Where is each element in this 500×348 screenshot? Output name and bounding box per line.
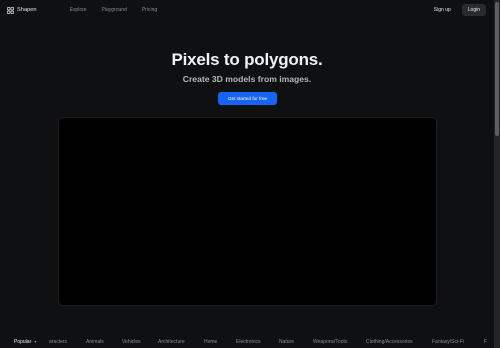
category-tab-architecture[interactable]: Architecture	[158, 339, 185, 345]
category-tab-overflow[interactable]: F	[484, 339, 487, 345]
chevron-down-icon: ▾	[34, 339, 37, 344]
category-tab-weapons-tools[interactable]: Weapons/Tools	[313, 339, 347, 345]
category-tab-electronics[interactable]: Electronics	[236, 339, 260, 345]
sign-up-link[interactable]: Sign up	[434, 7, 451, 13]
category-tab-animals[interactable]: Animals	[86, 339, 104, 345]
category-tab-nature[interactable]: Nature	[279, 339, 294, 345]
top-navbar: Shapen Explore Playground Pricing Sign u…	[0, 0, 494, 20]
nav-link-pricing[interactable]: Pricing	[142, 7, 157, 13]
category-tab-fantasy-sci-fi[interactable]: Fantasy/Sci-Fi	[432, 339, 464, 345]
category-tab-characters[interactable]: aracters	[49, 339, 67, 345]
page: Shapen Explore Playground Pricing Sign u…	[0, 0, 500, 348]
hero-title: Pixels to polygons.	[171, 50, 323, 69]
category-selected-label: Popular	[14, 339, 32, 345]
get-started-button[interactable]: Get started for free	[218, 92, 277, 105]
auth-actions: Sign up Login	[434, 4, 486, 16]
hero-subtitle: Create 3D models from images.	[182, 74, 312, 84]
login-button[interactable]: Login	[461, 4, 486, 16]
nav-link-playground[interactable]: Playground	[102, 7, 127, 13]
nav-link-explore[interactable]: Explore	[70, 7, 87, 13]
brand-name: Shapen	[17, 7, 37, 13]
model-viewer-panel[interactable]	[58, 117, 437, 306]
category-tabs: Popular ▾ aracters Animals Vehicles Archi…	[0, 336, 494, 348]
category-tab-clothing-accessories[interactable]: Clothing/Accessories	[366, 339, 413, 345]
category-selector[interactable]: Popular ▾	[14, 339, 36, 345]
category-tab-vehicles[interactable]: Vehicles	[122, 339, 141, 345]
brand-logo[interactable]: Shapen	[7, 6, 37, 14]
scrollbar-thumb[interactable]	[495, 2, 499, 136]
nav-links: Explore Playground Pricing	[70, 7, 173, 13]
logo-icon	[7, 6, 14, 14]
category-tab-home[interactable]: Home	[204, 339, 217, 345]
